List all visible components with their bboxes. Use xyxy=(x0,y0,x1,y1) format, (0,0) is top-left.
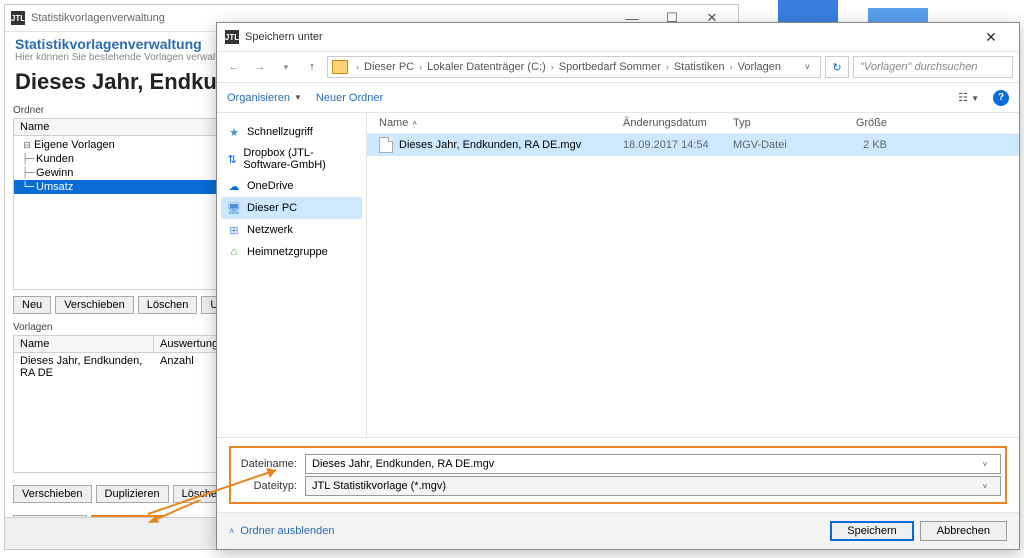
dialog-footer: ˄Ordner ausblenden Speichern Abbrechen xyxy=(217,512,1019,549)
app-icon: JTL xyxy=(11,11,25,25)
file-icon xyxy=(379,137,393,153)
chevron-down-icon[interactable]: ˅ xyxy=(976,482,994,491)
chevron-right-icon[interactable]: › xyxy=(664,62,671,72)
bc-drive-c[interactable]: Lokaler Datenträger (C:) xyxy=(424,61,549,73)
save-as-dialog: JTL Speichern unter ✕ ← → ▾ ↑ › Dieser P… xyxy=(216,22,1020,550)
view-options-button[interactable]: ☷ ▼ xyxy=(958,91,979,104)
col-name[interactable]: Name xyxy=(14,336,154,352)
dialog-toolbar: Organisieren ▼ Neuer Ordner ☷ ▼ ? xyxy=(217,83,1019,113)
up-button[interactable]: ↑ xyxy=(301,56,323,78)
sort-asc-icon: ˄ xyxy=(412,119,417,128)
sidebar-quickaccess[interactable]: ★Schnellzugriff xyxy=(221,121,362,143)
filename-panel: Dateiname: Dieses Jahr, Endkunden, RA DE… xyxy=(217,437,1019,512)
bc-vorlagen[interactable]: Vorlagen xyxy=(735,61,784,73)
recent-locations-button[interactable]: ▾ xyxy=(275,56,297,78)
new-folder-button[interactable]: Neu xyxy=(13,296,51,314)
filetype-select[interactable]: JTL Statistikvorlage (*.mgv)˅ xyxy=(305,476,1001,496)
dialog-title: Speichern unter xyxy=(245,31,323,43)
bc-dieser-pc[interactable]: Dieser PC xyxy=(361,61,417,73)
dialog-titlebar: JTL Speichern unter ✕ xyxy=(217,23,1019,51)
organize-menu[interactable]: Organisieren ▼ xyxy=(227,92,302,104)
sidebar-this-pc[interactable]: 🖥Dieser PC xyxy=(221,197,362,219)
new-folder-button[interactable]: Neuer Ordner xyxy=(316,92,383,104)
cancel-button[interactable]: Abbrechen xyxy=(920,521,1007,541)
navigation-pane: ★Schnellzugriff ⇅Dropbox (JTL-Software-G… xyxy=(217,113,367,437)
chevron-right-icon[interactable]: › xyxy=(549,62,556,72)
col-header-name[interactable]: Name˄ xyxy=(373,117,623,129)
save-button[interactable]: Speichern xyxy=(830,521,914,541)
forward-button[interactable]: → xyxy=(249,56,271,78)
search-input[interactable]: "Vorlagen" durchsuchen xyxy=(853,56,1013,78)
help-button[interactable]: ? xyxy=(993,90,1009,106)
chevron-right-icon[interactable]: › xyxy=(354,62,361,72)
sidebar-network[interactable]: ⊞Netzwerk xyxy=(221,219,362,241)
file-row[interactable]: Dieses Jahr, Endkunden, RA DE.mgv 18.09.… xyxy=(367,134,1019,156)
sidebar-dropbox[interactable]: ⇅Dropbox (JTL-Software-GmbH) xyxy=(221,143,362,175)
hide-folders-toggle[interactable]: ˄Ordner ausblenden xyxy=(229,525,334,537)
refresh-button[interactable]: ↻ xyxy=(825,56,849,78)
folder-icon xyxy=(332,60,348,74)
filetype-label: Dateityp: xyxy=(235,480,305,492)
filename-input[interactable]: Dieses Jahr, Endkunden, RA DE.mgv˅ xyxy=(305,454,1001,474)
sidebar-onedrive[interactable]: ☁OneDrive xyxy=(221,175,362,197)
duplicate-template-button[interactable]: Duplizieren xyxy=(96,485,169,503)
col-header-type[interactable]: Typ xyxy=(733,117,833,129)
bc-sportbedarf[interactable]: Sportbedarf Sommer xyxy=(556,61,664,73)
file-list-header: Name˄ Änderungsdatum Typ Größe xyxy=(367,113,1019,134)
dialog-app-icon: JTL xyxy=(225,30,239,44)
file-list[interactable]: Name˄ Änderungsdatum Typ Größe Dieses Ja… xyxy=(367,113,1019,437)
chevron-down-icon[interactable]: ˅ xyxy=(976,460,994,469)
app-title: Statistikvorlagenverwaltung xyxy=(31,12,165,24)
navigation-bar: ← → ▾ ↑ › Dieser PC › Lokaler Datenträge… xyxy=(217,51,1019,83)
delete-folder-button[interactable]: Löschen xyxy=(138,296,198,314)
col-header-date[interactable]: Änderungsdatum xyxy=(623,117,733,129)
chevron-up-icon: ˄ xyxy=(229,526,234,536)
chevron-right-icon[interactable]: › xyxy=(728,62,735,72)
back-button[interactable]: ← xyxy=(223,56,245,78)
move-template-button[interactable]: Verschieben xyxy=(13,485,92,503)
filename-label: Dateiname: xyxy=(235,458,305,470)
breadcrumb[interactable]: › Dieser PC › Lokaler Datenträger (C:) ›… xyxy=(327,56,821,78)
chevron-down-icon[interactable]: ˅ xyxy=(799,62,816,72)
dialog-close-button[interactable]: ✕ xyxy=(971,29,1011,46)
highlight-box: Dateiname: Dieses Jahr, Endkunden, RA DE… xyxy=(229,446,1007,504)
col-header-size[interactable]: Größe xyxy=(833,117,893,129)
bc-statistiken[interactable]: Statistiken xyxy=(671,61,728,73)
sidebar-homegroup[interactable]: ⌂Heimnetzgruppe xyxy=(221,241,362,263)
move-folder-button[interactable]: Verschieben xyxy=(55,296,134,314)
chevron-right-icon[interactable]: › xyxy=(417,62,424,72)
